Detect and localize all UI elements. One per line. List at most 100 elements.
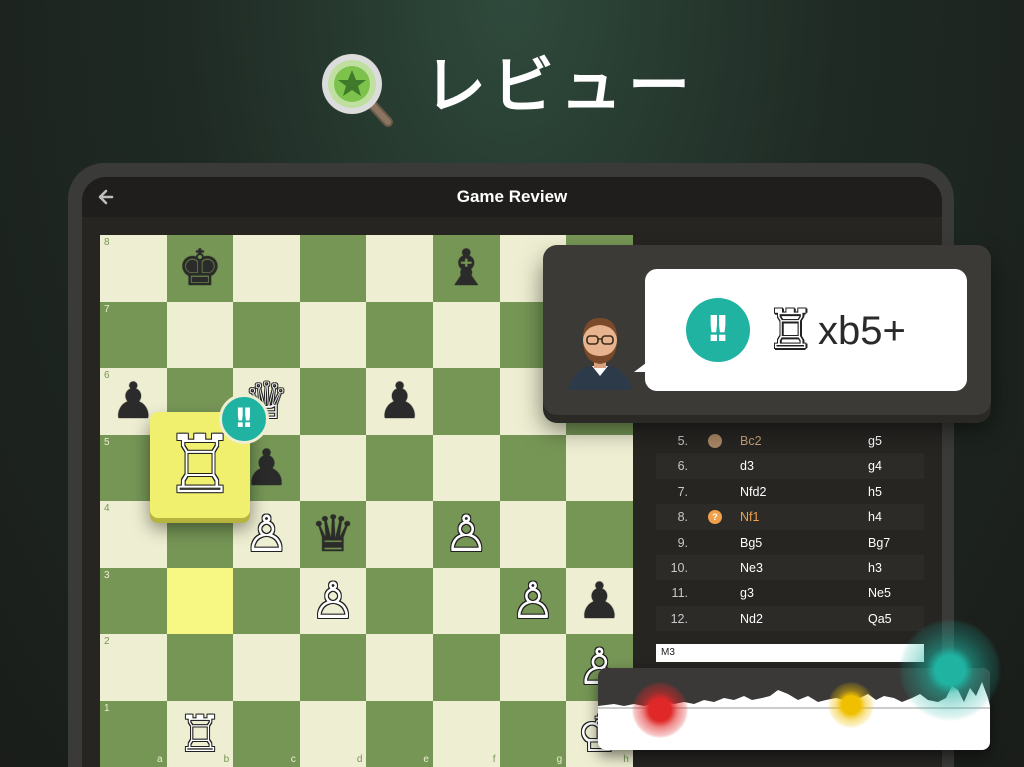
square-e8[interactable] xyxy=(366,235,433,302)
coach-avatar-icon xyxy=(568,318,632,390)
move-row[interactable]: 8.? Nf1 h4 xyxy=(656,504,924,530)
square-e4[interactable] xyxy=(366,501,433,568)
square-f7[interactable] xyxy=(432,301,500,368)
brilliant-marker[interactable] xyxy=(898,618,1002,722)
square-c3[interactable] xyxy=(233,567,300,634)
square-d5[interactable] xyxy=(299,434,367,501)
square-f6[interactable] xyxy=(432,368,500,435)
square-a7[interactable]: 7 xyxy=(100,301,167,368)
black-move[interactable]: h5 xyxy=(868,485,882,499)
chess-piece[interactable]: ♖ xyxy=(167,701,234,767)
move-row[interactable]: 5. Bc2 g5 xyxy=(656,428,924,454)
chess-piece[interactable]: ♟ xyxy=(366,368,433,435)
square-d7[interactable] xyxy=(299,301,367,368)
square-a1[interactable]: 1a xyxy=(100,700,167,767)
rank-label: 8 xyxy=(104,237,110,248)
white-move[interactable]: d3 xyxy=(740,459,754,473)
square-g2[interactable] xyxy=(499,634,567,701)
black-move[interactable]: h4 xyxy=(868,510,882,524)
black-move[interactable]: h3 xyxy=(868,561,882,575)
brilliant-move-badge: !! xyxy=(219,394,269,444)
square-a8[interactable]: 8 xyxy=(100,235,167,302)
square-e5[interactable] xyxy=(366,434,433,501)
square-d2[interactable] xyxy=(299,634,367,701)
square-c8[interactable] xyxy=(233,235,300,302)
white-move[interactable]: Nd2 xyxy=(740,612,763,626)
square-f3[interactable] xyxy=(432,567,500,634)
square-b1[interactable]: b ♖ xyxy=(166,700,234,767)
moves-list: 5. Bc2 g5 6. d3 g4 7. Nfd2 h5 8.? Nf1 h4 9. Bg5 Bg7 10.… xyxy=(656,428,924,632)
square-b3[interactable] xyxy=(166,567,234,634)
square-d8[interactable] xyxy=(299,235,367,302)
square-b2[interactable] xyxy=(166,634,234,701)
inaccuracy-move-icon: ? xyxy=(708,510,722,525)
square-g3[interactable]: ♙ xyxy=(499,567,567,635)
black-move[interactable]: Qa5 xyxy=(868,612,892,626)
square-a3[interactable]: 3 xyxy=(100,567,167,634)
square-d6[interactable] xyxy=(299,368,367,435)
square-c1[interactable]: c xyxy=(233,700,300,767)
black-move[interactable]: g5 xyxy=(868,434,882,448)
square-e7[interactable] xyxy=(366,301,433,368)
square-b7[interactable] xyxy=(166,301,234,368)
rank-label: 7 xyxy=(104,303,110,315)
black-move[interactable]: g4 xyxy=(868,459,882,473)
move-row[interactable]: 10. Ne3 h3 xyxy=(656,554,924,581)
chess-piece[interactable]: ♛ xyxy=(300,501,367,568)
rank-label: 5 xyxy=(104,436,110,448)
hero-title: レビュー xyxy=(424,49,697,122)
white-move[interactable]: Nf1 xyxy=(740,510,759,524)
square-c7[interactable] xyxy=(233,301,300,368)
chess-piece[interactable]: ♙ xyxy=(300,568,367,635)
blunder-marker[interactable] xyxy=(632,682,688,738)
square-g4[interactable] xyxy=(499,501,567,568)
square-d4[interactable]: ♛ xyxy=(299,501,367,568)
move-row[interactable]: 7. Nfd2 h5 xyxy=(656,478,924,505)
square-g5[interactable] xyxy=(499,434,567,501)
square-g1[interactable]: g xyxy=(499,700,567,767)
chess-piece[interactable]: ♝ xyxy=(433,235,500,302)
black-move[interactable]: Bg7 xyxy=(868,536,890,550)
file-label: g xyxy=(556,754,563,765)
square-b8[interactable]: ♚ xyxy=(166,235,234,302)
square-f5[interactable] xyxy=(432,434,500,501)
brilliant-badge-large: !! xyxy=(686,298,750,362)
move-row[interactable]: 12. Nd2 Qa5 xyxy=(656,605,924,632)
white-move[interactable]: g3 xyxy=(740,586,754,600)
file-label: d xyxy=(356,754,363,765)
white-move[interactable]: Bg5 xyxy=(740,536,762,550)
square-h4[interactable] xyxy=(566,501,633,568)
chess-piece[interactable]: ♟ xyxy=(566,568,633,635)
square-f1[interactable]: f xyxy=(432,700,500,767)
square-c2[interactable] xyxy=(233,634,300,701)
white-move[interactable]: Bc2 xyxy=(740,434,762,448)
inaccuracy-marker[interactable] xyxy=(828,682,874,728)
rook-icon: ♖ xyxy=(766,298,815,361)
square-e1[interactable]: e xyxy=(366,700,433,767)
magnifier-star-icon xyxy=(322,54,393,127)
square-h5[interactable] xyxy=(566,434,633,501)
chess-piece[interactable]: ♙ xyxy=(433,501,500,568)
square-e6[interactable]: ♟ xyxy=(366,368,433,435)
rank-label: 2 xyxy=(104,636,110,647)
black-move[interactable]: Ne5 xyxy=(868,586,891,600)
move-row[interactable]: 9. Bg5 Bg7 xyxy=(656,529,924,555)
square-f8[interactable]: ♝ xyxy=(432,235,500,302)
hero-header: レビュー xyxy=(0,40,1024,130)
square-f4[interactable]: ♙ xyxy=(432,501,500,568)
chess-piece[interactable]: ♚ xyxy=(167,235,234,302)
square-e3[interactable] xyxy=(366,567,433,634)
speech-bubble-tail xyxy=(634,360,650,372)
square-e2[interactable] xyxy=(366,634,433,701)
white-move[interactable]: Ne3 xyxy=(740,561,763,575)
square-a2[interactable]: 2 xyxy=(100,634,167,701)
square-h3[interactable]: ♟ xyxy=(566,567,633,635)
square-f2[interactable] xyxy=(432,634,500,701)
white-move[interactable]: Nfd2 xyxy=(740,485,766,499)
square-d1[interactable]: d xyxy=(299,700,367,767)
move-row[interactable]: 11. g3 Ne5 xyxy=(656,580,924,606)
move-row[interactable]: 6. d3 g4 xyxy=(656,453,924,479)
chess-piece[interactable]: ♙ xyxy=(500,568,567,635)
square-d3[interactable]: ♙ xyxy=(299,567,367,635)
move-number: 11. xyxy=(671,586,688,601)
